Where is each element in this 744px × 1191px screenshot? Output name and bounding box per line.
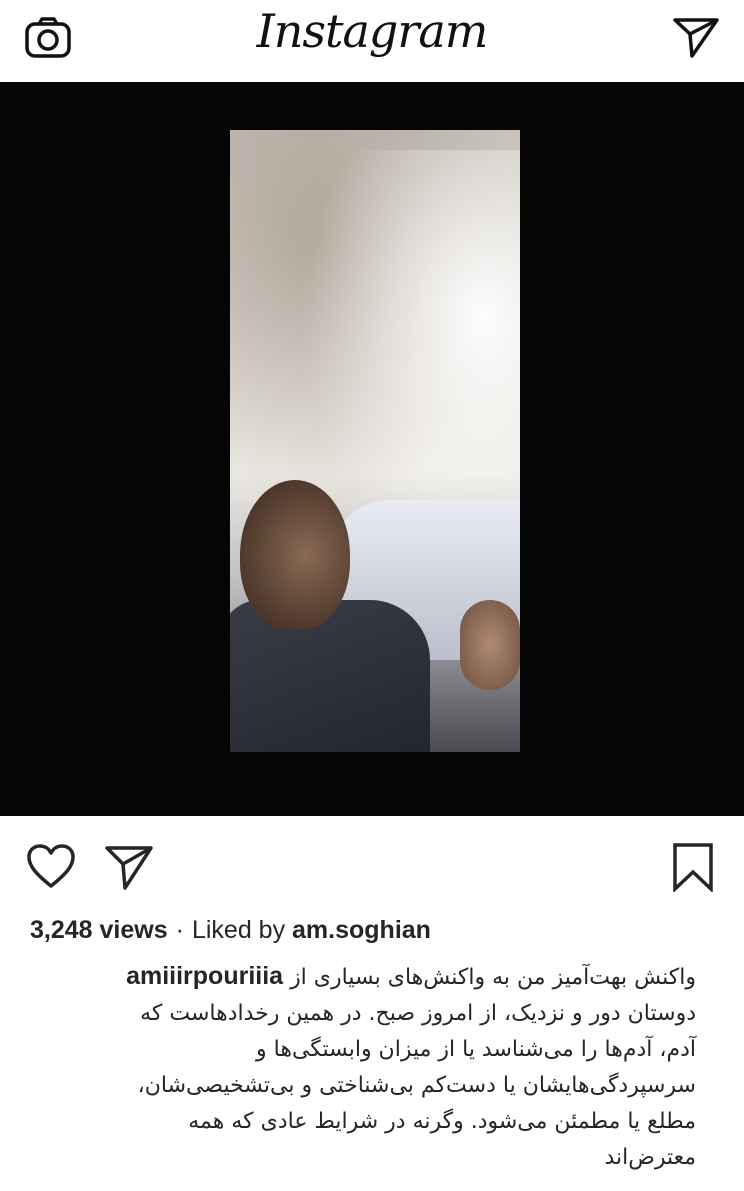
paper-plane-icon[interactable] [672,16,720,60]
post-stats: 3,248 views · Liked by am.soghian [30,912,720,948]
top-bar: Instagram [0,0,744,82]
driver-body [230,600,430,752]
caption-line: واکنش بهت‌آمیز من به واکنش‌های بسیاری از… [30,958,696,996]
driver-head [240,480,350,630]
separator-dot: · [175,916,184,944]
caption-text: واکنش بهت‌آمیز من به واکنش‌های بسیاری از [290,965,696,990]
liked-by-username[interactable]: am.soghian [292,916,431,944]
instagram-logo[interactable]: Instagram [0,4,744,58]
post-media[interactable] [0,82,744,816]
paper-plane-icon[interactable] [104,842,154,892]
driver-figure [230,480,430,752]
driver-hand [460,600,520,690]
bookmark-icon[interactable] [668,842,718,892]
video-frame[interactable] [230,130,520,752]
caption-line: مطلع یا مطمئن می‌شود. وگرنه در شرایط عاد… [188,1109,696,1134]
view-count[interactable]: 3,248 views [30,916,168,944]
post-actions [0,830,744,900]
caption-line: دوستان دور و نزدیک، از امروز صبح. در همی… [140,1001,696,1026]
caption-line: سرسپردگی‌هایشان یا دست‌کم بی‌شناختی و بی… [137,1073,696,1098]
caption-author[interactable]: amiiirpouriiia [126,962,283,990]
caption-line: معترض‌اند [604,1145,696,1170]
liked-by-label: Liked by [191,916,286,944]
caption-line: آدم، آدم‌ها را می‌شناسد یا از میزان وابس… [256,1037,696,1062]
heart-icon[interactable] [26,842,76,892]
post-caption: واکنش بهت‌آمیز من به واکنش‌های بسیاری از… [30,958,696,1176]
